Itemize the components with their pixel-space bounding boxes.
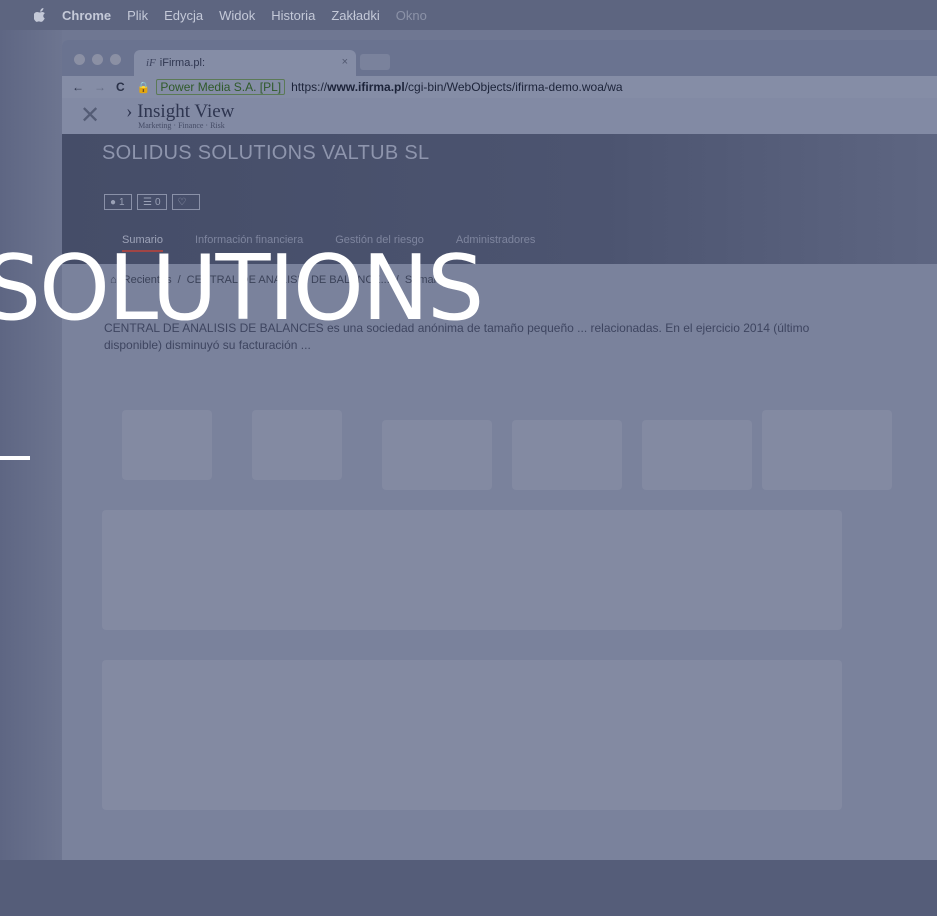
logo-tagline: Marketing · Finance · Risk bbox=[138, 121, 225, 130]
mac-menubar: Chrome Plik Edycja Widok Historia Zakład… bbox=[0, 0, 937, 30]
window-controls bbox=[74, 54, 121, 65]
overlay-dash bbox=[0, 456, 30, 460]
blurred-card bbox=[382, 420, 492, 490]
close-window-button[interactable] bbox=[74, 54, 85, 65]
logo-text: › Insight View bbox=[126, 101, 235, 122]
lock-icon: 🔒 bbox=[136, 81, 151, 94]
tab-title: iFirma.pl: bbox=[159, 57, 206, 69]
reload-icon[interactable]: C bbox=[116, 80, 125, 94]
url-text[interactable]: https://www.ifirma.pl/cgi-bin/WebObjects… bbox=[291, 80, 622, 94]
menu-historia[interactable]: Historia bbox=[271, 8, 315, 23]
tab-strip: iF iFirma.pl: × bbox=[62, 40, 937, 76]
menu-plik[interactable]: Plik bbox=[127, 8, 148, 23]
app-header: ✕ › Insight View Marketing · Finance · R… bbox=[62, 98, 937, 134]
new-tab-button[interactable] bbox=[360, 54, 390, 70]
blurred-card bbox=[512, 420, 622, 490]
tag-badge[interactable]: ● 1 bbox=[104, 194, 132, 210]
overlay-title: SOLUTIONS bbox=[0, 236, 484, 341]
tag-icon: ● bbox=[110, 196, 117, 208]
blurred-dock bbox=[0, 860, 937, 916]
certificate-label[interactable]: Power Media S.A. [PL] bbox=[156, 79, 286, 95]
address-bar[interactable]: 🔒 Power Media S.A. [PL] https://www.ifir… bbox=[137, 79, 623, 95]
menu-okno[interactable]: Okno bbox=[396, 8, 427, 23]
blurred-card bbox=[252, 410, 342, 480]
blurred-card bbox=[122, 410, 212, 480]
insight-view-logo[interactable]: › Insight View Marketing · Finance · Ris… bbox=[126, 102, 234, 130]
favicon-icon: iF bbox=[146, 57, 156, 69]
minimize-window-button[interactable] bbox=[92, 54, 103, 65]
menu-chrome[interactable]: Chrome bbox=[62, 8, 111, 23]
heart-icon: ♡ bbox=[177, 196, 187, 208]
back-arrow-icon[interactable]: ← bbox=[72, 80, 84, 94]
blurred-panel bbox=[102, 510, 842, 630]
menu-zakladki[interactable]: Zakładki bbox=[331, 8, 379, 23]
url-path: /cgi-bin/WebObjects/ifirma-demo.woa/wa bbox=[404, 80, 623, 94]
forward-arrow-icon[interactable]: → bbox=[94, 80, 106, 94]
menu-edycja[interactable]: Edycja bbox=[164, 8, 203, 23]
screenshot-scene: Chrome Plik Edycja Widok Historia Zakład… bbox=[0, 0, 937, 916]
url-host: www.ifirma.pl bbox=[327, 80, 405, 94]
browser-window: iF iFirma.pl: × ← → C 🔒 Power Media S.A.… bbox=[62, 40, 937, 900]
blurred-card bbox=[762, 410, 892, 490]
company-name: SOLIDUS SOLUTIONS VALTUB SL bbox=[102, 142, 430, 164]
apple-icon[interactable] bbox=[34, 8, 46, 22]
browser-tab[interactable]: iF iFirma.pl: × bbox=[134, 50, 356, 76]
list-icon: ☰ bbox=[143, 196, 152, 208]
url-prefix: https:// bbox=[291, 80, 328, 94]
nav-buttons: ← → C bbox=[72, 80, 125, 94]
left-blurred-edge bbox=[0, 30, 62, 916]
company-badges: ● 1 ☰ 0 ♡ bbox=[104, 194, 200, 210]
blurred-panel bbox=[102, 660, 842, 810]
zoom-window-button[interactable] bbox=[110, 54, 121, 65]
browser-toolbar: ← → C 🔒 Power Media S.A. [PL] https://ww… bbox=[62, 76, 937, 98]
blurred-card bbox=[642, 420, 752, 490]
close-icon[interactable]: ✕ bbox=[80, 104, 100, 128]
menu-widok[interactable]: Widok bbox=[219, 8, 255, 23]
tab-close-icon[interactable]: × bbox=[342, 56, 348, 68]
favorite-badge[interactable]: ♡ bbox=[171, 194, 200, 210]
list-badge[interactable]: ☰ 0 bbox=[137, 194, 167, 210]
